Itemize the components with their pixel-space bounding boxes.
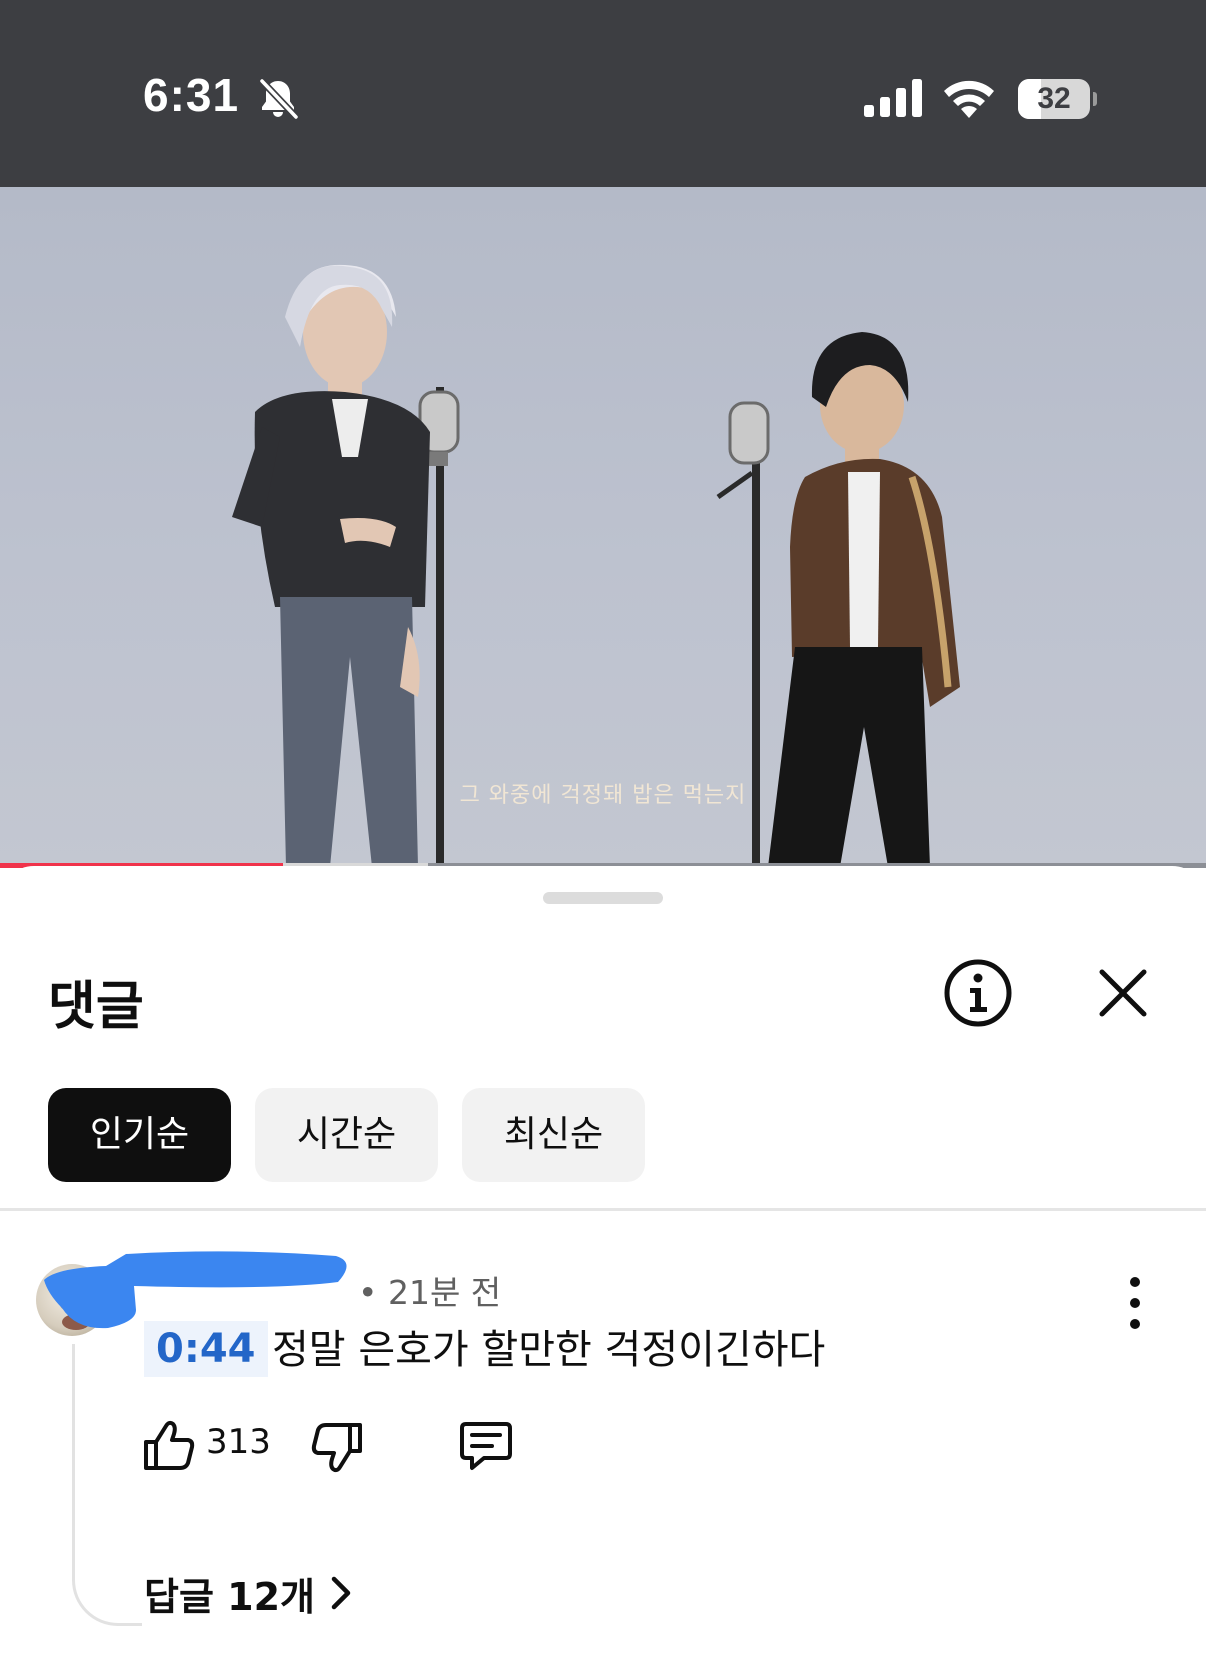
close-icon[interactable] [1090,960,1156,1026]
more-vertical-icon[interactable] [1118,1270,1152,1336]
comments-title: 댓글 [48,977,144,1037]
battery-icon: 32 [1018,79,1097,119]
info-icon[interactable] [943,958,1013,1028]
thread-line [72,1344,142,1626]
sort-chip-newest[interactable]: 최신순 [462,1088,645,1182]
reply-icon[interactable] [458,1418,514,1474]
status-time: 6:31 [143,69,240,121]
drag-handle[interactable] [543,892,663,904]
battery-level-text: 32 [1037,82,1071,115]
comment-text: 정말 은호가 할만한 걱정이긴하다 [272,1327,826,1373]
video-player[interactable]: 그 와중에 걱정돼 밥은 먹는지 [0,187,1206,867]
wifi-icon [944,80,994,118]
status-bar: 6:31 32 [0,0,1206,187]
like-count: 313 [206,1422,271,1462]
replies-link[interactable]: 답글 12개 [144,1566,315,1621]
divider [0,1208,1206,1211]
video-subtitle: 그 와중에 걱정돼 밥은 먹는지 [459,783,747,808]
cellular-signal-icon [864,79,922,117]
comment-time: • 21분 전 [358,1273,502,1312]
comments-panel: 댓글 인기순 시간순 최신순 • 21분 전 0:44 정말 은호가 할만한 걱… [0,866,1206,1657]
video-frame [232,264,960,867]
comment-timestamp-link[interactable]: 0:44 [144,1321,268,1377]
sort-chip-time[interactable]: 시간순 [255,1088,438,1182]
thumbs-up-icon[interactable] [142,1418,196,1472]
chevron-right-icon[interactable] [328,1574,354,1612]
sort-chip-popular[interactable]: 인기순 [48,1088,231,1182]
thumbs-down-icon[interactable] [310,1421,364,1475]
bell-slash-icon [259,78,299,120]
